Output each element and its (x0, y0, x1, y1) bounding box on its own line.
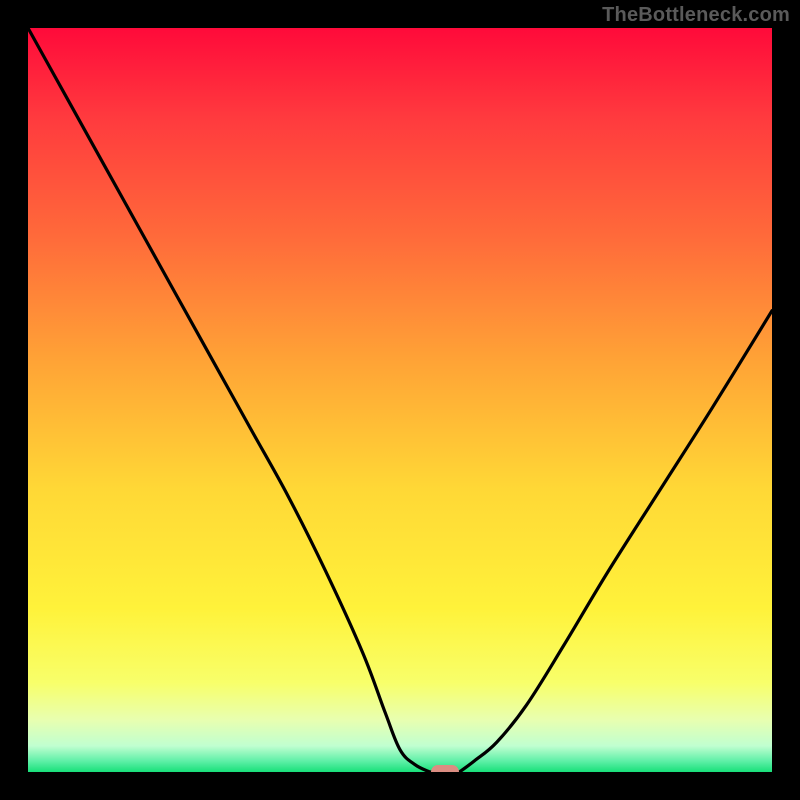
optimum-marker (431, 765, 459, 772)
chart-frame: TheBottleneck.com (0, 0, 800, 800)
gradient-background (28, 28, 772, 772)
plot-svg (28, 28, 772, 772)
watermark-text: TheBottleneck.com (602, 4, 790, 27)
plot-area (28, 28, 772, 772)
